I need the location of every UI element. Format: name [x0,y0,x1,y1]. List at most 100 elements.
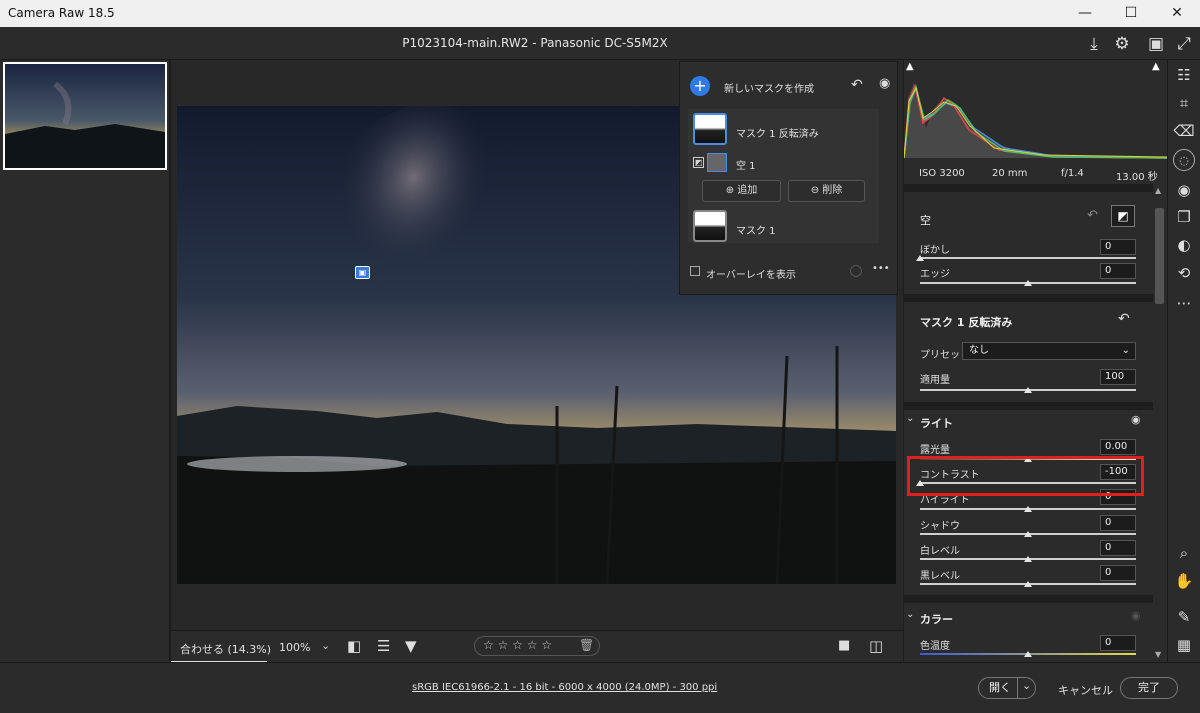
edge-value[interactable]: 0 [1100,263,1136,279]
invert-mask-icon[interactable]: ◩ [1111,205,1135,227]
zoom-icon[interactable]: ⌕ [1173,542,1195,564]
light-visibility-icon[interactable]: ◉ [1131,413,1141,426]
save-image-icon[interactable]: ⤓ [1082,32,1106,56]
star-rating[interactable]: ☆ ☆ ☆ ☆ ☆ [483,638,552,652]
red-eye-icon[interactable]: ◉ [1173,179,1195,201]
temperature-value[interactable]: 0 [1100,635,1136,651]
section-separator [904,595,1153,603]
aperture-value: f/1.4 [1061,168,1084,179]
masks-panel: + 新しいマスクを作成 ↶ ◉ マスク 1 反転済み ◩ 空 1 ⊕ 追加 ⊖ … [679,61,898,295]
mask1-label[interactable]: マスク 1 [736,222,776,237]
trash-icon[interactable]: 🗑 [579,638,594,652]
open-options-chevron-icon[interactable]: ⌄ [1022,679,1031,692]
mask-section-header: マスク 1 反転済み [920,316,1013,329]
subtract-label: 削除 [822,185,843,196]
zoom-dropdown-icon[interactable]: ⌄ [321,639,330,652]
preset-dropdown[interactable]: なし ⌄ [962,342,1136,360]
zoom-100-label[interactable]: 100% [279,641,310,654]
header-bar: P1023104-main.RW2 - Panasonic DC-S5M2X ⤓… [0,27,1200,60]
overlay-color-icon[interactable] [850,265,862,277]
gear-icon[interactable]: ⚙ [1110,32,1134,56]
reset-mask-icon[interactable]: ↶ [1118,311,1130,327]
mask-pin-icon[interactable]: ▣ [355,266,370,279]
add-button[interactable]: ⊕ 追加 [702,180,781,202]
color-section-header[interactable]: カラー [920,611,953,627]
sky-mask-label[interactable]: 空 1 [736,157,756,172]
sky-thumbnail-icon[interactable] [707,153,727,172]
expand-icon[interactable]: ⤢ [1172,32,1196,56]
filmstrip-thumbnail[interactable] [3,62,167,170]
fit-zoom-label[interactable]: 合わせる (14.3%) [180,641,271,657]
open-label: 開く [989,681,1011,694]
whites-slider-handle[interactable] [1024,556,1032,562]
more-tools-icon[interactable]: ⋯ [1173,292,1195,314]
contrast-highlight-box [907,456,1144,496]
whites-value[interactable]: 0 [1100,540,1136,556]
more-options-icon[interactable]: ••• [872,263,890,274]
presets-icon[interactable]: ◐ [1173,234,1195,256]
crop-icon[interactable]: ⌗ [1173,92,1195,114]
sort-icon[interactable]: ☰ [377,637,390,655]
blacks-value[interactable]: 0 [1100,565,1136,581]
create-mask-icon[interactable]: + [690,76,710,96]
scrollbar-thumb[interactable] [1155,208,1164,304]
collapse-color-icon[interactable]: ⌄ [906,609,914,620]
edge-slider-handle[interactable] [1024,280,1032,286]
invert-icon[interactable]: ◩ [693,157,704,168]
add-icon: ⊕ [725,185,738,196]
open-divider [1017,678,1018,698]
iso-value: ISO 3200 [919,168,965,179]
view-mode-icon[interactable]: ■ [838,638,850,653]
mask1-thumbnail[interactable] [693,210,727,242]
shadows-label: シャドウ [920,521,960,532]
highlights-slider-handle[interactable] [1024,506,1032,512]
feather-slider[interactable] [920,257,1136,259]
filter-icon[interactable]: ▼ [405,637,417,655]
edit-sliders-icon[interactable]: ☷ [1173,64,1195,86]
mask-thumbnail[interactable] [693,113,727,145]
subtract-button[interactable]: ⊖ 削除 [788,180,865,202]
mask-inverted-label[interactable]: マスク 1 反転済み [736,125,819,140]
shadows-value[interactable]: 0 [1100,515,1136,531]
maximize-button[interactable]: ☐ [1108,0,1154,27]
histogram-panel: ▲ ▲ ISO 3200 20 mm f/1.4 13.00 秒 [904,60,1167,184]
workflow-options-link[interactable]: sRGB IEC61966-2.1 - 16 bit - 6000 x 4000… [412,682,717,693]
amount-label: 適用量 [920,375,950,386]
amount-value[interactable]: 100 [1100,369,1136,385]
grid-icon[interactable]: ▦ [1173,634,1195,656]
light-section-header[interactable]: ライト [920,415,953,431]
eye-icon[interactable]: ◉ [879,76,890,91]
section-separator [904,402,1153,410]
blacks-slider-handle[interactable] [1024,581,1032,587]
before-after-icon[interactable]: ◫ [869,637,883,655]
fullscreen-preview-icon[interactable]: ▣ [1144,32,1168,56]
feather-value[interactable]: 0 [1100,239,1136,255]
shadows-slider-handle[interactable] [1024,531,1032,537]
temperature-slider-handle[interactable] [1024,651,1032,657]
scroll-down-icon[interactable]: ▼ [1155,650,1161,659]
feather-slider-handle[interactable] [916,255,924,261]
sync-icon[interactable]: ⟲ [1173,262,1195,284]
reset-sky-icon[interactable]: ↶ [1087,208,1098,223]
scroll-up-icon[interactable]: ▲ [1155,186,1161,195]
collapse-light-icon[interactable]: ⌄ [906,413,914,424]
close-button[interactable]: ✕ [1154,0,1200,27]
amount-slider-handle[interactable] [1024,387,1032,393]
snapshots-icon[interactable]: ❐ [1173,206,1195,228]
file-title: P1023104-main.RW2 - Panasonic DC-S5M2X [402,36,668,50]
create-mask-label[interactable]: 新しいマスクを作成 [724,80,814,95]
heal-eraser-icon[interactable]: ⌫ [1173,120,1195,142]
minimize-button[interactable]: — [1062,0,1108,27]
hand-icon[interactable]: ✋ [1173,570,1195,592]
shutter-value: 13.00 秒 [1116,172,1158,183]
panel-scrollbar[interactable]: ▲ ▼ [1153,184,1166,662]
exposure-value[interactable]: 0.00 [1100,439,1136,455]
masking-icon[interactable]: ◌ [1173,149,1195,171]
reset-icon[interactable]: ↶ [851,77,863,93]
overlay-checkbox[interactable] [690,266,700,276]
filmstrip-toggle-icon[interactable]: ◧ [347,637,361,655]
eyedropper-icon[interactable]: ✎ [1173,606,1195,628]
cancel-button[interactable]: キャンセル [1058,682,1113,698]
color-visibility-icon[interactable]: ◉ [1131,609,1141,622]
done-button[interactable]: 完了 [1120,677,1178,699]
